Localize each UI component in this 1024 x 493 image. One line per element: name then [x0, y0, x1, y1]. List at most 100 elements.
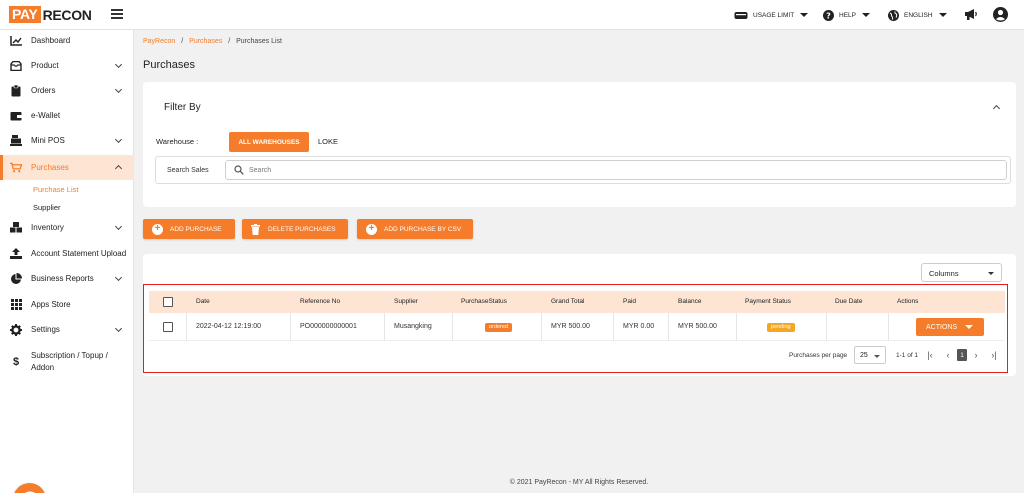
sidebar-item-mini-pos[interactable]: Mini POS [0, 128, 134, 153]
chevron-up-icon[interactable] [992, 104, 1001, 113]
pie-chart-icon [10, 272, 22, 285]
search-placeholder: Search [249, 167, 272, 174]
delete-purchases-button[interactable]: DELETE PURCHASES [242, 219, 348, 239]
sidebar-item-orders[interactable]: Orders [0, 78, 134, 103]
sidebar-item-label: Business Reports [31, 274, 94, 283]
cart-icon [10, 162, 22, 174]
sidebar-subitem-supplier[interactable]: Supplier [33, 203, 61, 212]
dollar-icon: $ [12, 356, 20, 368]
search-input[interactable]: Search [225, 160, 1007, 180]
plus-circle-icon: + [152, 223, 163, 235]
menu-toggle-icon[interactable] [111, 9, 123, 19]
add-purchase-by-csv-button[interactable]: + ADD PURCHASE BY CSV [357, 219, 473, 239]
clipboard-icon [10, 84, 22, 97]
all-warehouses-button[interactable]: ALL WAREHOUSES [229, 132, 309, 152]
sidebar-item-subscription[interactable]: $ Subscription / Topup / Addon [0, 346, 134, 378]
usage-limit-menu[interactable]: USAGE LIMIT [734, 8, 809, 22]
help-icon: ? [823, 9, 834, 21]
warehouse-label: Warehouse : [156, 137, 199, 146]
breadcrumb: PayRecon / Purchases / Purchases List [143, 38, 282, 45]
page-title: Purchases [143, 59, 195, 71]
messenger-icon [23, 491, 36, 493]
trash-icon [251, 223, 260, 235]
box-icon [10, 60, 22, 72]
chevron-down-icon [114, 222, 123, 231]
cash-register-icon [10, 135, 22, 147]
sidebar-item-label: Product [31, 61, 59, 70]
svg-text:?: ? [826, 11, 831, 20]
language-caret-icon [938, 13, 947, 17]
breadcrumb-separator: / [228, 38, 231, 45]
logo-pay: PAY [9, 6, 41, 23]
chevron-down-icon [988, 272, 994, 275]
boxes-icon [10, 222, 22, 234]
breadcrumb-current: Purchases List [236, 38, 283, 45]
usage-limit-icon [734, 11, 748, 20]
sidebar-item-label: Subscription / Topup / [31, 351, 108, 360]
sidebar-item-label: Mini POS [31, 136, 65, 145]
sidebar-item-account-statement-upload[interactable]: Account Statement Upload [0, 241, 134, 266]
chevron-down-icon [114, 324, 123, 333]
sidebar-item-label: Settings [31, 325, 60, 334]
search-sales-field: Search Sales Search [155, 156, 1011, 184]
upload-icon [10, 248, 22, 260]
language-menu[interactable]: ENGLISH [888, 8, 947, 22]
search-icon [234, 165, 244, 177]
warehouse-loke-button[interactable]: LOKE [318, 137, 338, 146]
help-caret-icon [861, 13, 870, 17]
grid-icon [10, 299, 22, 311]
messenger-chat-button[interactable] [13, 483, 46, 493]
add-purchase-label: ADD PURCHASE [170, 225, 222, 233]
sidebar-item-purchases[interactable]: Purchases [0, 155, 134, 180]
chevron-up-icon [114, 164, 123, 173]
globe-icon [888, 9, 899, 21]
chart-line-icon [10, 35, 22, 47]
chevron-down-icon [114, 85, 123, 94]
breadcrumb-separator: / [181, 38, 184, 45]
sidebar-item-product[interactable]: Product [0, 53, 134, 78]
sidebar-item-label: e-Wallet [31, 111, 61, 120]
usage-limit-caret-icon [800, 13, 809, 17]
sidebar-item-dashboard[interactable]: Dashboard [0, 28, 134, 53]
sidebar-item-inventory[interactable]: Inventory [0, 215, 134, 240]
app-logo[interactable]: PAY RECON [9, 6, 92, 23]
account-icon[interactable] [993, 7, 1008, 24]
highlight-frame [143, 284, 1008, 373]
sidebar-item-label: Purchases [31, 163, 69, 172]
sidebar-item-label: Dashboard [31, 36, 71, 45]
columns-select[interactable]: Columns [921, 263, 1002, 282]
chevron-down-icon [114, 273, 123, 282]
add-purchase-button[interactable]: + ADD PURCHASE [143, 219, 235, 239]
filter-card: Filter By Warehouse : ALL WAREHOUSES LOK… [143, 82, 1016, 207]
sidebar-item-label: Apps Store [31, 300, 71, 309]
chevron-down-icon [114, 135, 123, 144]
sidebar-item-label: Orders [31, 86, 56, 95]
help-menu[interactable]: ? HELP [823, 8, 870, 22]
search-sales-label: Search Sales [167, 167, 209, 174]
footer-copyright: © 2021 PayRecon - MY All Rights Reserved… [509, 479, 649, 486]
sidebar-item-apps-store[interactable]: Apps Store [0, 292, 134, 317]
sidebar-item-label-line2: Addon [31, 363, 55, 372]
sidebar-subitem-purchase-list[interactable]: Purchase List [33, 185, 78, 194]
sidebar-item-label: Account Statement Upload [31, 249, 127, 258]
sidebar-item-settings[interactable]: Settings [0, 317, 134, 342]
language-label: ENGLISH [904, 11, 933, 19]
sidebar-item-business-reports[interactable]: Business Reports [0, 266, 134, 291]
help-label: HELP [839, 11, 856, 19]
usage-limit-label: USAGE LIMIT [753, 11, 795, 19]
announcement-icon[interactable] [964, 8, 978, 23]
breadcrumb-root-link[interactable]: PayRecon [143, 38, 175, 45]
top-bar: PAY RECON USAGE LIMIT ? HELP ENGLISH [0, 0, 1024, 30]
sidebar: Dashboard Product Orders e-Wallet Mini P… [0, 30, 134, 493]
logo-recon: RECON [42, 6, 92, 23]
sidebar-item-label: Inventory [31, 223, 64, 232]
filter-title: Filter By [164, 102, 201, 113]
add-purchase-by-csv-label: ADD PURCHASE BY CSV [384, 225, 462, 233]
breadcrumb-section-link[interactable]: Purchases [189, 38, 222, 45]
gear-icon [10, 323, 22, 336]
wallet-icon [10, 110, 22, 122]
sidebar-item-ewallet[interactable]: e-Wallet [0, 103, 134, 128]
columns-select-label: Columns [929, 269, 959, 278]
chevron-down-icon [114, 60, 123, 69]
plus-circle-icon: + [366, 223, 377, 235]
